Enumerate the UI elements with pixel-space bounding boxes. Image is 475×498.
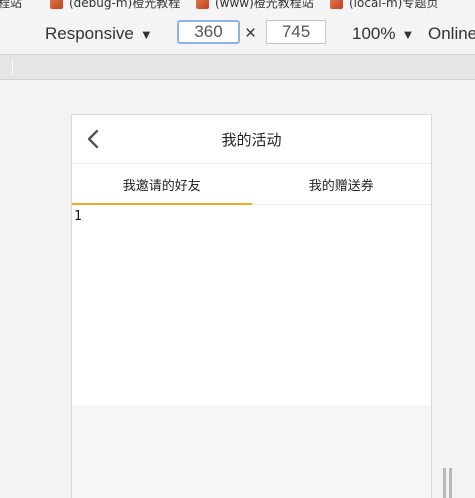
resize-grip-icon[interactable]	[443, 468, 453, 498]
ruler-tick	[12, 59, 13, 75]
chevron-left-icon	[87, 129, 99, 149]
network-select[interactable]: Online	[428, 14, 475, 54]
tab-gifted-coupons[interactable]: 我的赠送券	[252, 164, 432, 204]
height-input[interactable]: 745	[266, 20, 326, 44]
tab-label: 我的赠送券	[308, 178, 374, 194]
media-query-ruler[interactable]	[0, 55, 475, 80]
caret-down-icon: ▼	[401, 26, 415, 42]
times-symbol: ×	[245, 14, 256, 54]
page-content: 我的活动 我邀请的好友 我的赠送券 1	[72, 115, 431, 405]
zoom-label: 100%	[352, 24, 396, 43]
device-toolbar: Responsive ▼ 360 × 745 100% ▼ Online	[0, 14, 475, 55]
bookmark-item[interactable]: (www)橙光教程站	[196, 0, 314, 11]
network-label: Online	[428, 24, 475, 43]
times-label: ×	[245, 23, 257, 44]
zoom-select[interactable]: 100% ▼	[352, 14, 414, 54]
device-label: Responsive	[45, 24, 134, 43]
favicon-icon	[50, 0, 63, 9]
back-button[interactable]	[82, 125, 108, 153]
device-viewport: 我的活动 我邀请的好友 我的赠送券 1	[71, 114, 432, 498]
app-header: 我的活动	[72, 115, 431, 164]
emulation-canvas: 我的活动 我邀请的好友 我的赠送券 1	[0, 80, 475, 498]
bookmark-item[interactable]: (debug-m)橙光教程	[50, 0, 180, 11]
tab-invited-friends[interactable]: 我邀请的好友	[72, 164, 252, 205]
bookmark-label: (debug-m)橙光教程	[69, 0, 181, 10]
bookmark-item[interactable]: (local-m)专题页	[330, 0, 438, 11]
height-value: 745	[281, 22, 311, 41]
bookmark-label: 程站	[0, 0, 23, 10]
favicon-icon	[330, 0, 343, 9]
width-value: 360	[194, 22, 223, 41]
tab-label: 我邀请的好友	[122, 178, 201, 194]
page-title: 我的活动	[221, 130, 282, 149]
width-input[interactable]: 360	[177, 20, 240, 44]
favicon-icon	[196, 0, 209, 9]
tab-bar: 我邀请的好友 我的赠送券	[72, 164, 431, 205]
bookmark-label: (local-m)专题页	[349, 0, 439, 10]
bookmark-label: (www)橙光教程站	[215, 0, 314, 10]
content-value: 1	[74, 209, 82, 224]
bookmarks-bar: 程站 (debug-m)橙光教程 (www)橙光教程站 (local-m)专题页	[0, 0, 475, 14]
device-select[interactable]: Responsive ▼	[45, 14, 153, 54]
caret-down-icon: ▼	[139, 26, 153, 42]
bookmark-item[interactable]: 程站	[0, 0, 22, 11]
